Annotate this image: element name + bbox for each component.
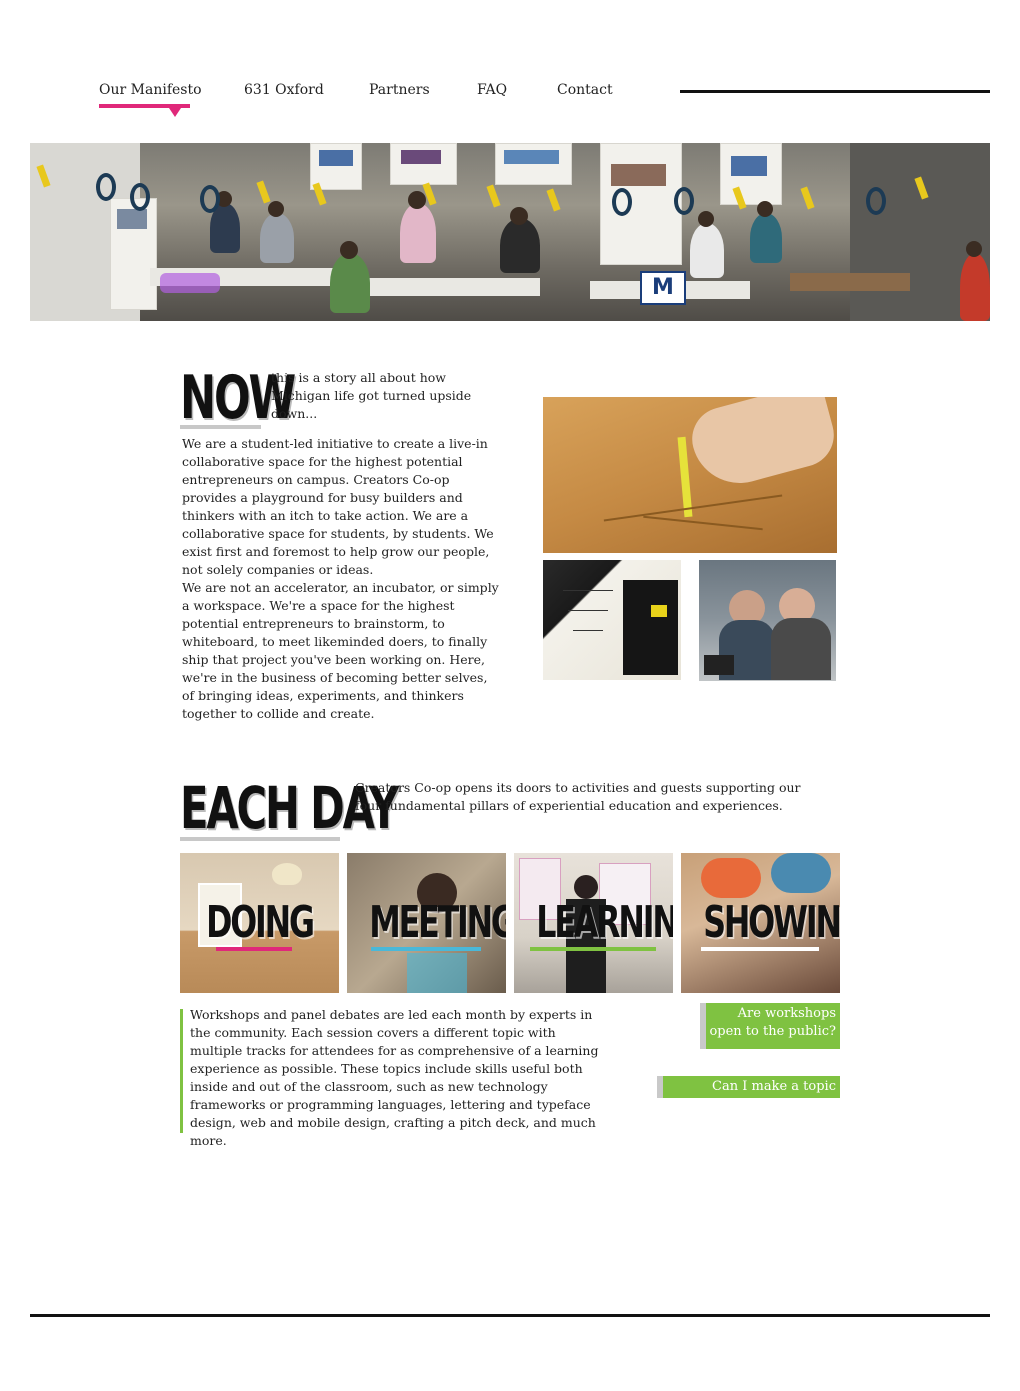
pillar-doing-underline — [216, 947, 292, 951]
each-day-heading-underline — [180, 837, 340, 841]
description-accent-rule — [180, 1009, 183, 1133]
photo-drawing-on-table — [543, 397, 837, 553]
photo-students-at-laptop — [699, 560, 836, 681]
pillar-showing[interactable]: SHOWING — [681, 853, 840, 993]
workshop-description: Workshops and panel debates are led each… — [190, 1007, 599, 1148]
nav-divider — [680, 90, 990, 93]
faq-topic-request-button[interactable]: Can I make a topic request? — [657, 1076, 840, 1112]
nav-item-contact[interactable]: Contact — [557, 82, 613, 98]
active-nav-caret — [169, 108, 181, 117]
pillar-showing-underline — [701, 947, 819, 951]
now-tagline: this is a story all about how Michigan l… — [271, 370, 472, 421]
nav-item-partners[interactable]: Partners — [369, 82, 430, 98]
photo-sketch-notebook — [543, 560, 681, 680]
nav-item-faq[interactable]: FAQ — [477, 82, 507, 98]
pillar-learning-underline — [530, 947, 656, 951]
footer-divider — [30, 1314, 990, 1317]
pillar-meeting[interactable]: MEETING — [347, 853, 506, 993]
now-paragraph-2: We are not an accelerator, an incubator,… — [182, 580, 499, 721]
pillar-learning[interactable]: LEARNING — [514, 853, 673, 993]
each-day-intro: Creators Co-op opens its doors to activi… — [355, 780, 801, 813]
hero-image: M — [30, 143, 990, 321]
pillar-showing-label: SHOWING — [703, 897, 840, 948]
pillar-meeting-underline — [371, 947, 481, 951]
pillar-doing[interactable]: DOING — [180, 853, 339, 993]
pillar-doing-label: DOING — [206, 897, 315, 948]
faq-public-workshops-button[interactable]: Are workshops open to the public? — [700, 1003, 840, 1049]
now-heading-underline — [180, 425, 261, 429]
pillar-meeting-label: MEETING — [369, 897, 506, 948]
pillar-learning-label: LEARNING — [536, 897, 673, 948]
nav-item-631-oxford[interactable]: 631 Oxford — [244, 82, 324, 98]
now-paragraph-1: We are a student-led initiative to creat… — [182, 436, 494, 577]
nav-item-our-manifesto[interactable]: Our Manifesto — [99, 82, 202, 98]
